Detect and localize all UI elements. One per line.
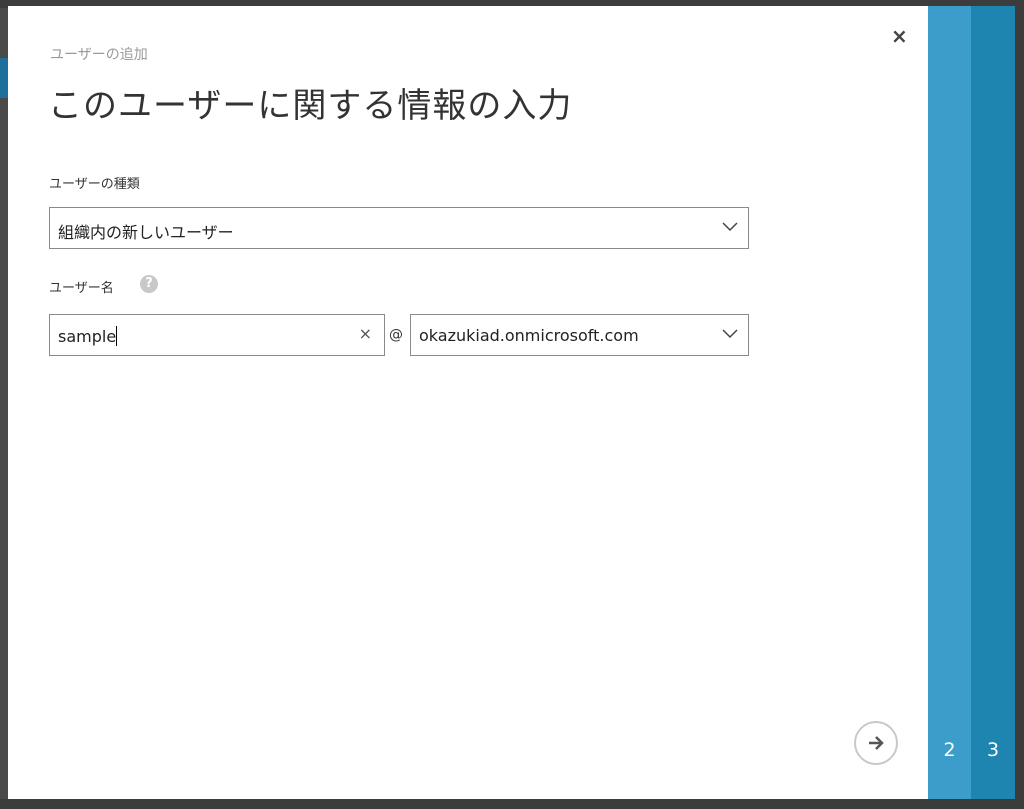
at-sign: @	[389, 327, 403, 343]
user-name-input[interactable]: sample ×	[49, 314, 385, 356]
background-edge-right	[1015, 0, 1024, 809]
step-3-label: 3	[986, 739, 1000, 761]
user-name-value-wrap: sample	[58, 326, 118, 346]
chevron-down-icon	[722, 329, 738, 339]
domain-value: okazukiad.onmicrosoft.com	[419, 326, 639, 345]
user-type-value: 組織内の新しいユーザー	[58, 223, 234, 242]
user-type-select[interactable]: 組織内の新しいユーザー	[49, 207, 749, 249]
chevron-down-icon	[722, 222, 738, 232]
dialog-subtitle: ユーザーの追加	[50, 47, 148, 63]
step-2-label: 2	[943, 739, 956, 761]
next-button[interactable]	[854, 721, 898, 765]
text-caret	[116, 326, 118, 346]
user-name-value: sample	[58, 327, 117, 346]
dialog-title: このユーザーに関する情報の入力	[48, 86, 573, 126]
domain-select[interactable]: okazukiad.onmicrosoft.com	[410, 314, 749, 356]
arrow-right-icon	[869, 736, 884, 750]
clear-icon[interactable]: ×	[359, 324, 372, 343]
wizard-step-3[interactable]: 3	[971, 6, 1015, 799]
help-icon[interactable]: ?	[140, 275, 158, 293]
close-icon[interactable]: ×	[891, 24, 908, 48]
user-name-label: ユーザー名	[49, 281, 114, 296]
user-type-label: ユーザーの種類	[49, 177, 140, 192]
wizard-step-2[interactable]: 2	[928, 6, 971, 799]
add-user-dialog: ユーザーの追加 このユーザーに関する情報の入力 × ユーザーの種類 組織内の新し…	[8, 6, 928, 799]
background-header-strip	[0, 58, 8, 98]
background-edge-bottom	[0, 799, 1024, 809]
